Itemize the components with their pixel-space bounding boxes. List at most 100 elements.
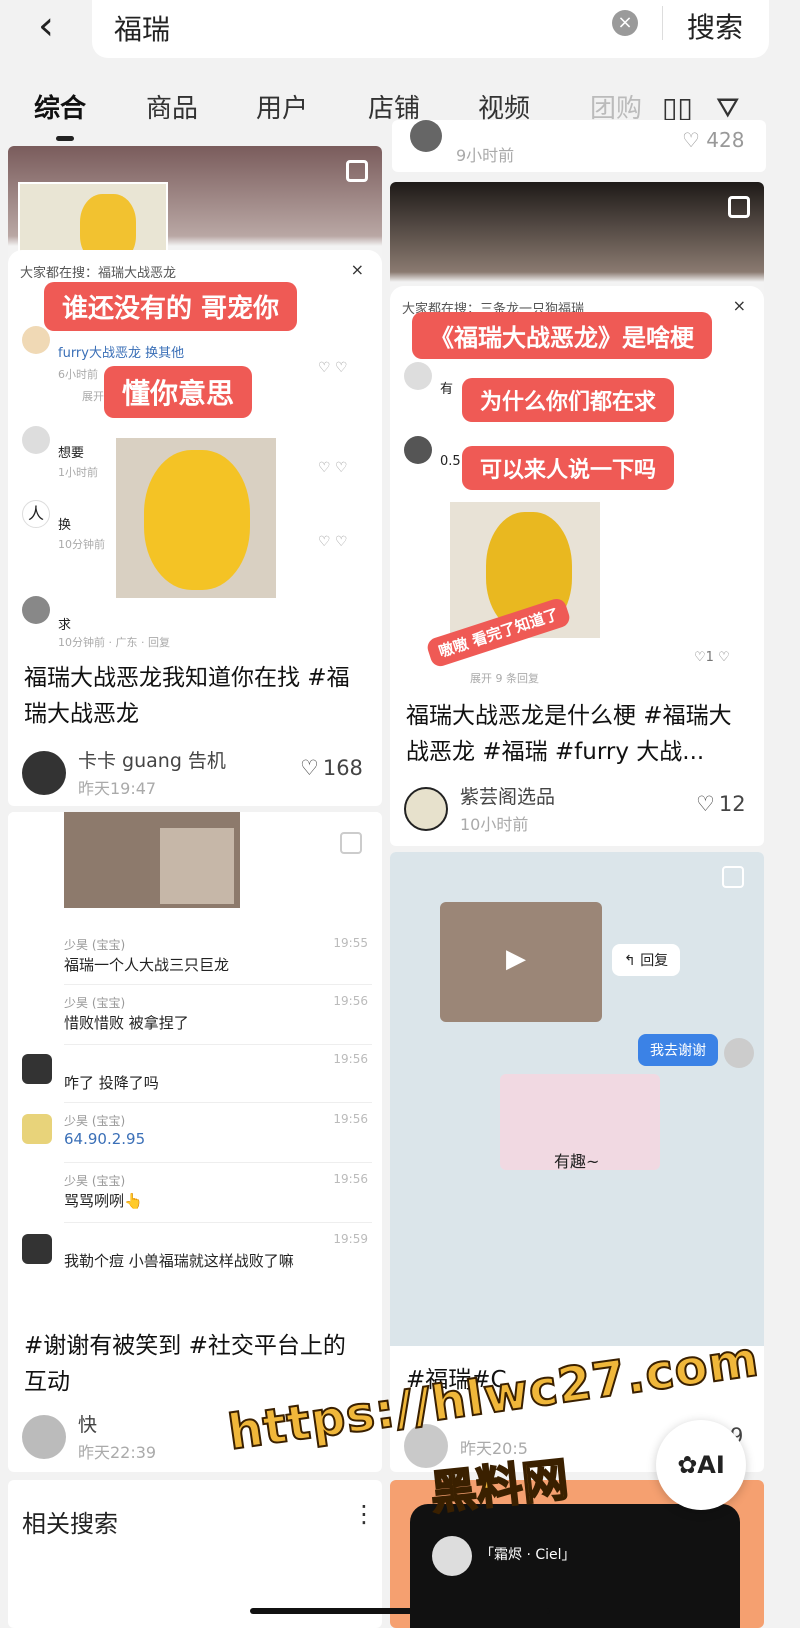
like-icon[interactable]: ♡ ♡ [318, 360, 348, 376]
multi-image-icon [340, 832, 362, 854]
caption-bubble: 《福瑞大战恶龙》是啥梗 [412, 312, 712, 359]
tab-users[interactable]: 用户 [256, 88, 308, 125]
sent-message: 我去谢谢 [638, 1034, 718, 1066]
caption-bubble: 懂你意思 [104, 366, 253, 418]
post-card-3[interactable]: 少昊 (宝宝) 19:55 福瑞一个人大战三只巨龙 少昊 (宝宝) 19:56 … [8, 812, 382, 1472]
clear-icon[interactable]: × [612, 10, 638, 36]
post-title[interactable]: #谢谢有被笑到 #社交平台上的互动 [24, 1328, 366, 1400]
related-title: 相关搜索 [22, 1510, 118, 1538]
post-title[interactable]: 福瑞大战恶龙是什么梗 #福瑞大战恶龙 #福瑞 #furry 大战... [406, 698, 748, 770]
avatar: 人 [22, 500, 50, 528]
chat-message: 福瑞一个人大战三只巨龙 [64, 956, 230, 974]
post-time: 昨天22:39 [78, 1443, 157, 1462]
chat-time: 19:56 [333, 994, 368, 1008]
multi-image-icon [722, 866, 744, 888]
chat-sender: 少昊 (宝宝) [64, 1114, 126, 1128]
caption-bubble: 可以来人说一下吗 [462, 446, 675, 490]
post-image: 少昊 (宝宝) 19:55 福瑞一个人大战三只巨龙 少昊 (宝宝) 19:56 … [8, 812, 382, 1312]
post-card-1[interactable]: 大家都在搜：福瑞大战恶龙 × furry大战恶龙 换其他 6小时前 展开 想要 … [8, 146, 382, 806]
chat-message: 惜败惜败 被拿捏了 [64, 1014, 189, 1032]
chat-sender: 少昊 (宝宝) [64, 938, 126, 952]
reply-button[interactable]: ↰ 回复 [612, 944, 681, 976]
close-icon[interactable]: × [351, 260, 364, 279]
divider [64, 1222, 372, 1223]
avatar [404, 786, 448, 831]
likes-count[interactable]: ♡ 168 [300, 756, 363, 780]
post-title[interactable]: 福瑞大战恶龙我知道你在找 #福瑞大战恶龙 [24, 660, 366, 732]
caption-bubble: 为什么你们都在求 [462, 378, 675, 422]
chat-time: 19:59 [333, 1232, 368, 1246]
post-image: 大家都在搜：三条龙一只狗福瑞 × 有 0.5 展开 9 条回复 ♡1 ♡ 《福瑞… [390, 182, 764, 685]
avatar [22, 326, 50, 354]
divider [662, 6, 663, 40]
likes-count[interactable]: ♡ 12 [696, 792, 746, 816]
search-box[interactable]: 福瑞 × 搜索 [92, 0, 769, 58]
multi-image-icon [728, 196, 750, 218]
post-time: 昨天19:47 [78, 779, 157, 798]
avatar [404, 436, 432, 464]
avatar [22, 750, 66, 795]
chat-message: 咋了 投降了吗 [64, 1074, 159, 1092]
expand-link[interactable]: 展开 [82, 388, 104, 404]
author-name: 紫芸阁选品 [460, 786, 556, 808]
chat-time: 19:56 [333, 1052, 368, 1066]
like-count[interactable]: ♡1 ♡ [694, 650, 730, 665]
avatar [724, 1038, 754, 1068]
chat-message: 骂骂咧咧👆 [64, 1192, 143, 1210]
partial-card-top[interactable]: 9小时前 ♡ 428 [392, 120, 766, 172]
comment-meta: 6小时前 [58, 368, 98, 381]
tab-all[interactable]: 综合 [34, 88, 86, 125]
avatar [432, 1536, 472, 1576]
close-icon[interactable]: × [733, 296, 746, 315]
chat-time: 19:56 [333, 1172, 368, 1186]
search-button[interactable]: 搜索 [687, 6, 743, 46]
post-image: ▶ ↰ 回复 我去谢谢 有趣~ [390, 852, 764, 1346]
author-name: 「霜烬 · Ciel」 [480, 1547, 576, 1563]
expand-replies[interactable]: 展开 9 条回复 [470, 670, 539, 686]
avatar [22, 1054, 52, 1084]
avatar [22, 1234, 52, 1264]
author-name: 快 [78, 1414, 98, 1436]
more-icon[interactable]: ⋮ [352, 1500, 376, 1528]
heart-icon: ♡ [300, 756, 319, 780]
video-thumbnail [64, 812, 240, 908]
home-indicator[interactable] [250, 1608, 550, 1614]
avatar [404, 362, 432, 390]
post-image: 大家都在搜：福瑞大战恶龙 × furry大战恶龙 换其他 6小时前 展开 想要 … [8, 146, 382, 649]
likes-count: ♡ 428 [682, 128, 745, 152]
author-row[interactable]: 快 昨天22:39 [22, 1410, 156, 1463]
post-card-2[interactable]: 大家都在搜：三条龙一只狗福瑞 × 有 0.5 展开 9 条回复 ♡1 ♡ 《福瑞… [390, 182, 764, 846]
caption-bubble: 谁还没有的 哥宠你 [44, 282, 298, 331]
author-row[interactable]: 卡卡 guang 告机 昨天19:47 [22, 746, 226, 799]
comment-text: 换 [58, 518, 72, 533]
ai-icon: ✿ [677, 1451, 698, 1479]
comment-meta: 10分钟前 · 广东 · 回复 [58, 636, 170, 649]
divider [64, 1044, 372, 1045]
divider [64, 984, 372, 985]
comment-text: 想要 [58, 446, 85, 461]
video-thumbnail: ▶ [440, 902, 602, 1022]
back-arrow-icon[interactable]: ‹ [28, 3, 64, 49]
chat-sender: 少昊 (宝宝) [64, 1174, 126, 1188]
search-input[interactable]: 福瑞 [114, 8, 170, 48]
like-icon[interactable]: ♡ ♡ [318, 460, 348, 476]
multi-image-icon [346, 160, 368, 182]
author-row[interactable]: 紫芸阁选品 10小时前 [404, 782, 555, 835]
chat-message: 我勒个痘 小兽福瑞就这样战败了嘛 [64, 1252, 294, 1270]
divider [64, 1162, 372, 1163]
avatar [22, 1114, 52, 1144]
comment-text: 求 [58, 618, 72, 633]
avatar [22, 426, 50, 454]
post-time: 9小时前 [456, 146, 515, 165]
ai-assistant-button[interactable]: ✿ AI [656, 1420, 746, 1510]
avatar [22, 596, 50, 624]
tab-goods[interactable]: 商品 [146, 88, 198, 125]
like-icon[interactable]: ♡ ♡ [318, 534, 348, 550]
avatar [22, 1414, 66, 1459]
post-time: 10小时前 [460, 815, 529, 834]
comment-meta: 10分钟前 [58, 538, 105, 551]
avatar [410, 120, 442, 152]
related-searches: 相关搜索 ⋮ [8, 1480, 382, 1628]
play-icon[interactable]: ▶ [506, 944, 526, 974]
chat-sender: 少昊 (宝宝) [64, 996, 126, 1010]
